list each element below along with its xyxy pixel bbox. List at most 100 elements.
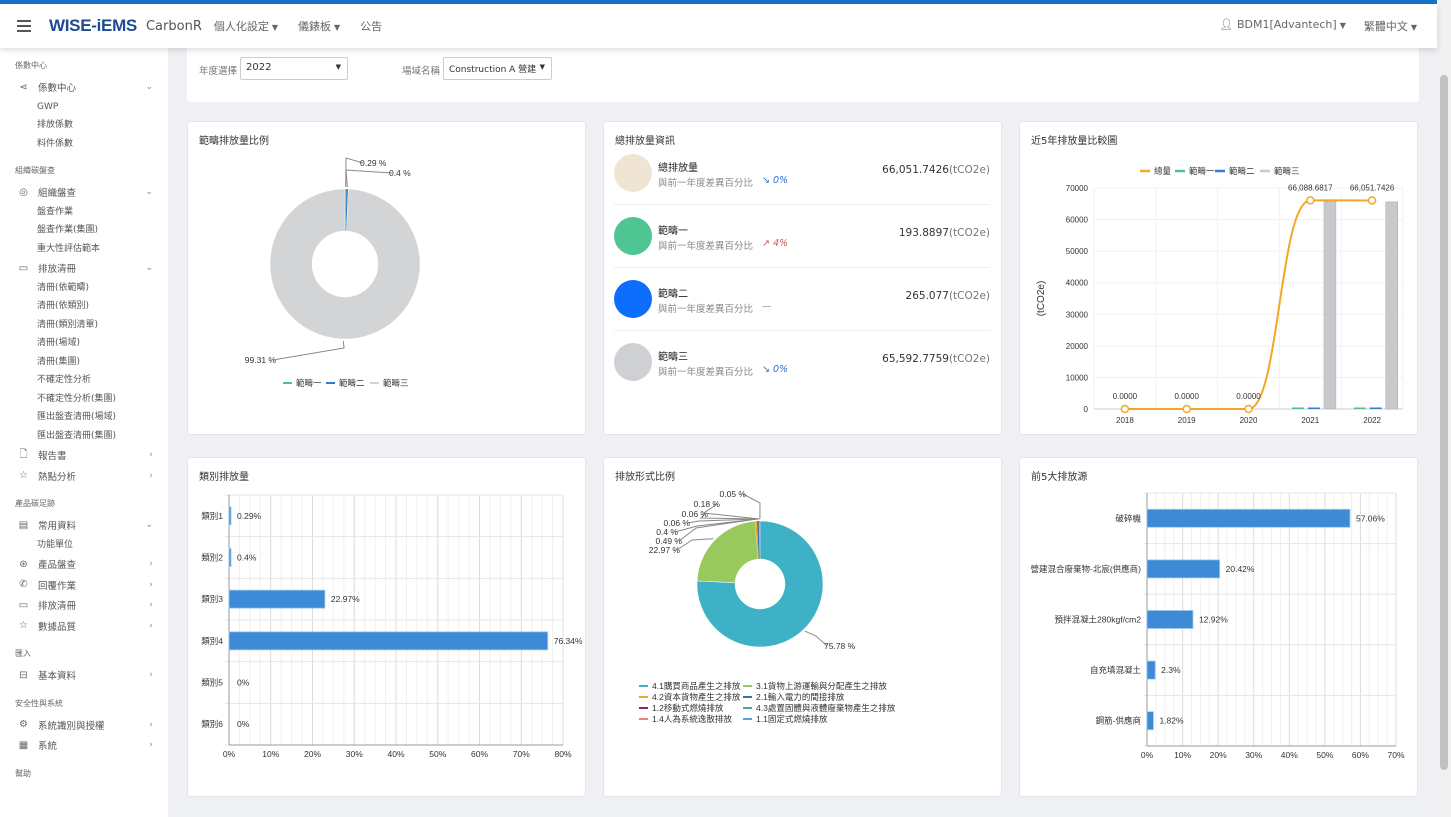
user-icon: 👤︎	[1219, 18, 1237, 31]
book-icon: ▭	[18, 262, 29, 274]
sidebar-item[interactable]: ⊛ 產品盤查 ›	[0, 554, 168, 575]
row-name: 範疇三	[658, 352, 688, 363]
chevron-right-icon: ›	[149, 579, 153, 590]
sidebar-subitem[interactable]: 排放係數	[0, 116, 168, 135]
data-label: 0.05 %	[720, 489, 747, 499]
sidebar-item[interactable]: ▦ 系統 ›	[0, 735, 168, 756]
bar-data-label: 57.06%	[1356, 513, 1385, 523]
sidebar-subitem[interactable]: 清冊(依範疇)	[0, 279, 168, 298]
sidebar-subitem[interactable]: 清冊(類別清單)	[0, 316, 168, 335]
trend: —	[762, 301, 772, 312]
sidebar-subitem[interactable]: 匯出盤查清冊(場域)	[0, 408, 168, 427]
x-tick-label: 0%	[223, 749, 236, 759]
sidebar-subitem[interactable]: 清冊(場域)	[0, 334, 168, 353]
sidebar-subitem[interactable]: 清冊(集團)	[0, 353, 168, 372]
x-tick-label: 2020	[1240, 416, 1258, 425]
chevron-right-icon: ›	[149, 670, 153, 681]
user-menu[interactable]: 👤︎ BDM1[Advantech] ▼	[1219, 18, 1345, 34]
sidebar-item[interactable]: ◎ 組織盤查 ⌄	[0, 182, 168, 203]
sidebar-item[interactable]: ⊟ 基本資料 ›	[0, 665, 168, 686]
sidebar-item[interactable]: ⚙ 系統識別與授權 ›	[0, 715, 168, 736]
y-tick-label: 70000	[1066, 184, 1089, 193]
scrollbar-thumb[interactable]	[1440, 75, 1448, 770]
diff-label: 與前一年度差異百分比	[658, 304, 754, 315]
file-icon: 🗋︎	[19, 448, 28, 460]
sidebar-section-title: 安全性與系統	[15, 698, 63, 708]
five-year-chart: 0 10000 20000 30000 40000 50000 60000 70000 (tCO…	[1036, 166, 1404, 425]
sidebar-item[interactable]: ▤ 常用資料 ⌄	[0, 515, 168, 536]
y-category-label: 類別2	[201, 553, 223, 563]
row-value: 65,592.7759(tCO2e)	[882, 353, 990, 365]
data-label: 0.49 %	[656, 536, 683, 546]
star-icon: ☆	[19, 620, 28, 632]
data-label: 75.78 %	[824, 641, 856, 651]
bar	[1307, 407, 1320, 409]
sidebar-item[interactable]: ☆ 數據品質 ›	[0, 616, 168, 637]
sidebar-section-title: 幫助	[15, 768, 31, 778]
sidebar-subitem[interactable]: 不確定性分析(集團)	[0, 390, 168, 409]
line-point	[1306, 196, 1315, 205]
site-label: 場域名稱	[402, 66, 441, 77]
bar-data-label: 12.92%	[1199, 615, 1228, 625]
top5-bar-chart: 0% 10% 20% 30% 40% 50% 60% 70% 破碎機 57.06% 營建混合廢棄物-…	[1031, 492, 1405, 760]
bar	[1146, 660, 1156, 680]
row-value: 193.8897(tCO2e)	[899, 227, 990, 239]
user-name: BDM1[Advantech]	[1236, 18, 1337, 31]
x-tick-label: 30%	[346, 749, 363, 759]
data-label: 0.4 %	[389, 168, 411, 178]
share-icon: ⋖	[19, 81, 28, 93]
x-tick-label: 10%	[1174, 750, 1191, 760]
sidebar-item[interactable]: ▭ 排放清冊 ›	[0, 595, 168, 616]
legend-label: 總量	[1154, 166, 1172, 176]
sidebar-subitem[interactable]: GWP	[0, 98, 168, 117]
site-select[interactable]: Construction A 營建 ▼	[443, 57, 552, 80]
row-value: 265.077(tCO2e)	[906, 290, 990, 302]
sidebar-subitem[interactable]: 不確定性分析	[0, 371, 168, 390]
sidebar-item[interactable]: ☆ 熱點分析 ›	[0, 466, 168, 487]
point-data-label: 0.0000	[1236, 392, 1261, 401]
data-label: 0.06 %	[682, 509, 709, 519]
chevron-right-icon: ›	[149, 450, 153, 461]
sidebar-subitem[interactable]: 盤查作業	[0, 203, 168, 222]
x-tick-label: 50%	[1316, 750, 1333, 760]
x-tick-label: 20%	[304, 749, 321, 759]
sidebar-subitem[interactable]: 料件係數	[0, 135, 168, 154]
sidebar-subitem[interactable]: 功能單位	[0, 536, 168, 555]
sidebar-subitem[interactable]: 匯出盤查清冊(集團)	[0, 427, 168, 446]
x-tick-label: 2022	[1363, 416, 1381, 425]
scope-color-circle	[614, 343, 652, 381]
nav-personalize[interactable]: 個人化設定 ▼	[214, 18, 278, 34]
sidebar-subitem[interactable]: 清冊(依類別)	[0, 297, 168, 316]
bar	[1146, 711, 1154, 731]
sidebar-subitem[interactable]: 盤查作業(集團)	[0, 221, 168, 240]
y-tick-label: 20000	[1066, 342, 1089, 351]
phone-icon: ✆	[19, 579, 28, 591]
value: 66,051.7426	[882, 164, 949, 176]
language-menu[interactable]: 繁體中文 ▼	[1364, 18, 1417, 34]
sidebar-item[interactable]: ▭ 排放清冊 ⌄	[0, 258, 168, 279]
sidebar-item[interactable]: ⋖ 係數中心 ⌄	[0, 77, 168, 98]
legend-label: 範疇一	[296, 378, 322, 388]
trend-value: 0%	[772, 364, 789, 375]
x-tick-label: 40%	[1281, 750, 1298, 760]
sidebar-subitem[interactable]: 重大性評估範本	[0, 240, 168, 259]
legend-label: 1.1固定式燃燒排放	[756, 714, 828, 724]
caret-down-icon: ▼	[271, 23, 279, 32]
legend-label: 範疇二	[339, 378, 365, 388]
label-leader-line	[345, 169, 393, 188]
chevron-right-icon: ›	[149, 740, 153, 751]
nav-dashboard[interactable]: 儀錶板 ▼	[298, 18, 340, 34]
nav-announcement[interactable]: 公告	[360, 18, 382, 34]
chevron-down-icon: ⌄	[145, 520, 153, 531]
sidebar-item[interactable]: ✆ 回覆作業 ›	[0, 575, 168, 596]
year-select[interactable]: 2022 ▼	[240, 57, 348, 80]
row-value: 66,051.7426(tCO2e)	[882, 164, 990, 176]
point-data-label: 66,051.7426	[1350, 183, 1395, 192]
page-scrollbar[interactable]	[1437, 0, 1451, 817]
bar	[1353, 407, 1366, 409]
emission-type-card: 排放形式比例 75.78 % 22.97 % 0.49 % 0.4 % 0.06 % 0.…	[603, 457, 1002, 797]
y-tick-label: 30000	[1066, 310, 1089, 319]
menu-toggle-icon[interactable]	[17, 20, 31, 32]
bar-data-label: 76.34%	[554, 636, 583, 646]
sidebar-item[interactable]: 🗋︎ 報告書 ›	[0, 445, 168, 466]
